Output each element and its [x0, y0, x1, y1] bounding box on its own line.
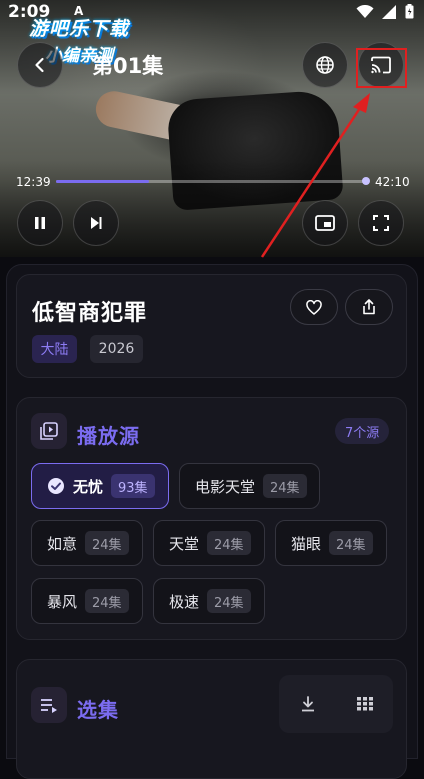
annotation-highlight-box	[356, 48, 407, 88]
source-episode-count: 24集	[207, 531, 251, 555]
source-option-wuyou[interactable]: 无忧 93集	[31, 463, 169, 509]
source-name: 暴风	[47, 592, 78, 611]
wifi-icon	[356, 4, 374, 18]
source-episode-count: 24集	[263, 474, 307, 498]
episodes-section-title: 选集	[77, 698, 119, 722]
source-name: 天堂	[169, 534, 200, 553]
source-episode-count: 24集	[85, 531, 129, 555]
pause-icon	[35, 217, 45, 229]
grid-view-button[interactable]	[336, 675, 393, 733]
source-count-badge: 7个源	[335, 418, 390, 444]
sources-section-title: 播放源	[77, 424, 140, 448]
total-time: 42:10	[375, 175, 410, 189]
show-info-card: 低智商犯罪 大陆 2026	[16, 274, 407, 378]
back-icon	[35, 57, 44, 73]
source-episode-count: 24集	[207, 589, 251, 613]
source-option-ruyi[interactable]: 如意 24集	[31, 520, 143, 566]
source-name: 如意	[47, 534, 78, 553]
progress-fill	[56, 180, 149, 183]
source-name: 无忧	[73, 477, 104, 496]
source-option-dianyingtiantang[interactable]: 电影天堂 24集	[179, 463, 320, 509]
language-button[interactable]	[302, 42, 348, 88]
show-title: 低智商犯罪	[32, 301, 148, 326]
region-tag: 大陆	[32, 335, 77, 363]
playlist-icon-box	[31, 413, 67, 449]
skip-next-icon	[91, 217, 102, 229]
source-option-baofeng[interactable]: 暴风 24集	[31, 578, 143, 624]
battery-icon	[405, 4, 414, 19]
check-icon	[48, 478, 64, 494]
playlist-icon	[40, 422, 58, 440]
source-episode-count: 24集	[85, 589, 129, 613]
download-button[interactable]	[279, 675, 336, 733]
episode-list-icon-box	[31, 687, 67, 723]
source-option-tiantang[interactable]: 天堂 24集	[153, 520, 265, 566]
watermark-line1: 游吧乐下载	[28, 18, 129, 40]
next-episode-button[interactable]	[73, 200, 119, 246]
pause-button[interactable]	[17, 200, 63, 246]
episodes-card: 选集	[16, 659, 407, 779]
grid-icon	[356, 697, 373, 711]
source-name: 猫眼	[291, 534, 322, 553]
episode-tools	[279, 675, 393, 733]
globe-icon	[316, 56, 334, 74]
status-icons	[356, 4, 414, 19]
current-time: 12:39	[16, 175, 51, 189]
source-option-maoyan[interactable]: 猫眼 24集	[275, 520, 387, 566]
back-button[interactable]	[17, 42, 63, 88]
heart-icon	[306, 299, 322, 315]
source-name: 电影天堂	[195, 477, 256, 496]
source-episode-count: 24集	[329, 531, 373, 555]
source-name: 极速	[169, 592, 200, 611]
source-episode-count: 93集	[111, 474, 155, 498]
signal-icon	[382, 4, 396, 19]
share-icon	[363, 299, 375, 315]
episode-title: 第01集	[92, 54, 164, 78]
favorite-button[interactable]	[290, 289, 338, 325]
share-button[interactable]	[345, 289, 393, 325]
episode-list-icon	[41, 699, 57, 713]
annotation-arrow	[260, 93, 370, 258]
source-option-jisu[interactable]: 极速 24集	[153, 578, 265, 624]
year-tag: 2026	[90, 335, 143, 363]
download-icon	[301, 696, 314, 712]
